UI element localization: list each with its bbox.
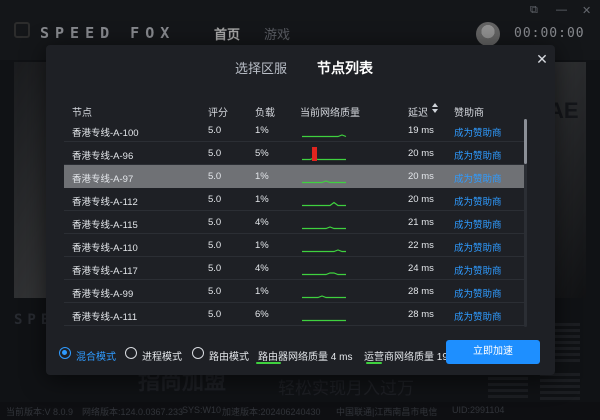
become-sponsor-link[interactable]: 成为赞助商	[454, 286, 502, 300]
quality-line	[302, 226, 346, 230]
node-score: 5.0	[208, 309, 222, 320]
node-load: 5%	[255, 148, 269, 159]
node-name: 香港专线-A-115	[72, 220, 138, 231]
node-latency: 20 ms	[408, 194, 434, 205]
radio-mixed-mode[interactable]	[59, 347, 71, 359]
become-sponsor-link[interactable]: 成为赞助商	[454, 240, 502, 254]
node-name: 香港专线-A-110	[72, 243, 138, 254]
table-row[interactable]: 香港专线-A-115 5.0 4% 21 ms 成为赞助商	[64, 211, 525, 234]
become-sponsor-link[interactable]: 成为赞助商	[454, 309, 502, 323]
node-score: 5.0	[208, 217, 222, 228]
scrollbar-thumb[interactable]	[524, 119, 527, 164]
table-row[interactable]: 香港专线-A-99 5.0 1% 28 ms 成为赞助商	[64, 280, 525, 303]
become-sponsor-link[interactable]: 成为赞助商	[454, 217, 502, 231]
network-quality-graph	[302, 249, 346, 253]
node-load: 1%	[255, 240, 269, 251]
node-score: 5.0	[208, 286, 222, 297]
node-latency: 21 ms	[408, 217, 434, 228]
node-score: 5.0	[208, 194, 222, 205]
table-row[interactable]: 香港专线-A-117 5.0 4% 24 ms 成为赞助商	[64, 257, 525, 280]
node-score: 5.0	[208, 240, 222, 251]
table-header: 节点 评分 负载 当前网络质量 延迟 赞助商	[46, 100, 555, 120]
process-mode-label[interactable]: 进程模式	[142, 348, 182, 363]
mixed-mode-label[interactable]: 混合模式	[76, 348, 116, 363]
bottom-bar: 混合模式 进程模式 路由模式 路由器网络质量 4 ms 运营商网络质量 19 m…	[46, 331, 555, 375]
close-icon[interactable]: ✕	[535, 52, 549, 66]
quality-line	[302, 134, 347, 138]
node-latency: 20 ms	[408, 148, 434, 159]
accelerate-button[interactable]: 立即加速	[446, 340, 540, 364]
become-sponsor-link[interactable]: 成为赞助商	[454, 263, 502, 277]
network-quality-graph	[302, 180, 346, 184]
table-row[interactable]: 香港专线-A-112 5.0 1% 20 ms 成为赞助商	[64, 188, 525, 211]
tab-node-list[interactable]: 节点列表	[317, 58, 373, 78]
node-score: 5.0	[208, 171, 222, 182]
node-latency: 22 ms	[408, 240, 434, 251]
table-row[interactable]: 香港专线-A-110 5.0 1% 22 ms 成为赞助商	[64, 234, 525, 257]
node-load: 4%	[255, 263, 269, 274]
node-latency: 20 ms	[408, 171, 434, 182]
tab-select-region[interactable]: 选择区服	[235, 58, 287, 77]
network-quality-graph	[302, 147, 346, 161]
node-load: 1%	[255, 194, 269, 205]
node-name: 香港专线-A-96	[72, 151, 134, 162]
node-load: 1%	[255, 171, 269, 182]
become-sponsor-link[interactable]: 成为赞助商	[454, 125, 502, 139]
node-load: 6%	[255, 309, 269, 320]
network-quality-graph	[302, 134, 347, 138]
table-row[interactable]: 香港专线-A-97 5.0 1% 20 ms 成为赞助商	[64, 165, 525, 188]
node-load: 4%	[255, 217, 269, 228]
node-name: 香港专线-A-100	[72, 128, 139, 139]
node-latency: 28 ms	[408, 309, 434, 320]
table-row[interactable]: 香港专线-A-96 5.0 5% 20 ms 成为赞助商	[64, 142, 525, 165]
node-load: 1%	[255, 286, 269, 297]
sort-icon[interactable]	[431, 103, 439, 115]
quality-line	[302, 249, 346, 253]
route-mode-label[interactable]: 路由模式	[209, 348, 249, 363]
radio-process-mode[interactable]	[125, 347, 137, 359]
node-latency: 28 ms	[408, 286, 434, 297]
quality-line	[302, 157, 346, 161]
network-quality-graph	[302, 272, 346, 276]
node-score: 5.0	[208, 263, 222, 274]
become-sponsor-link[interactable]: 成为赞助商	[454, 194, 502, 208]
radio-route-mode[interactable]	[192, 347, 204, 359]
node-name: 香港专线-A-112	[72, 197, 138, 208]
node-name: 香港专线-A-111	[72, 312, 138, 323]
header-load[interactable]: 负载	[255, 104, 275, 119]
header-sponsor: 赞助商	[454, 108, 484, 119]
network-quality-graph	[302, 201, 346, 207]
header-node[interactable]: 节点	[72, 104, 92, 119]
node-name: 香港专线-A-117	[72, 266, 138, 277]
header-network-quality: 当前网络质量	[300, 108, 360, 119]
quality-line	[302, 201, 346, 207]
node-list-dialog: ✕ 选择区服 节点列表 节点 评分 负载 当前网络质量 延迟 赞助商 香港专线-…	[46, 45, 555, 375]
network-quality-graph	[302, 295, 346, 299]
carrier-quality-underline	[366, 362, 382, 364]
quality-line	[302, 272, 346, 276]
table-row[interactable]: 香港专线-A-111 5.0 6% 28 ms 成为赞助商	[64, 303, 525, 326]
node-score: 5.0	[208, 125, 222, 136]
node-table: 香港专线-A-100 5.0 1% 19 ms 成为赞助商 香港专线-A-96 5.0 5% 2…	[64, 119, 525, 327]
node-name: 香港专线-A-97	[72, 174, 134, 185]
node-name: 香港专线-A-99	[72, 289, 134, 300]
become-sponsor-link[interactable]: 成为赞助商	[454, 171, 502, 185]
network-quality-graph	[302, 319, 346, 322]
router-quality: 路由器网络质量 4 ms	[258, 352, 353, 363]
quality-line	[302, 180, 346, 184]
node-load: 1%	[255, 125, 269, 136]
latency-spike-bar	[312, 147, 317, 161]
network-quality-graph	[302, 226, 346, 230]
become-sponsor-link[interactable]: 成为赞助商	[454, 148, 502, 162]
router-quality-underline	[256, 362, 281, 364]
table-row[interactable]: 香港专线-A-100 5.0 1% 19 ms 成为赞助商	[64, 119, 525, 142]
quality-line	[302, 295, 346, 299]
node-latency: 24 ms	[408, 263, 434, 274]
header-score[interactable]: 评分	[208, 104, 228, 119]
header-latency[interactable]: 延迟	[408, 104, 428, 119]
node-score: 5.0	[208, 148, 222, 159]
node-latency: 19 ms	[408, 125, 434, 136]
scrollbar[interactable]	[524, 119, 527, 327]
